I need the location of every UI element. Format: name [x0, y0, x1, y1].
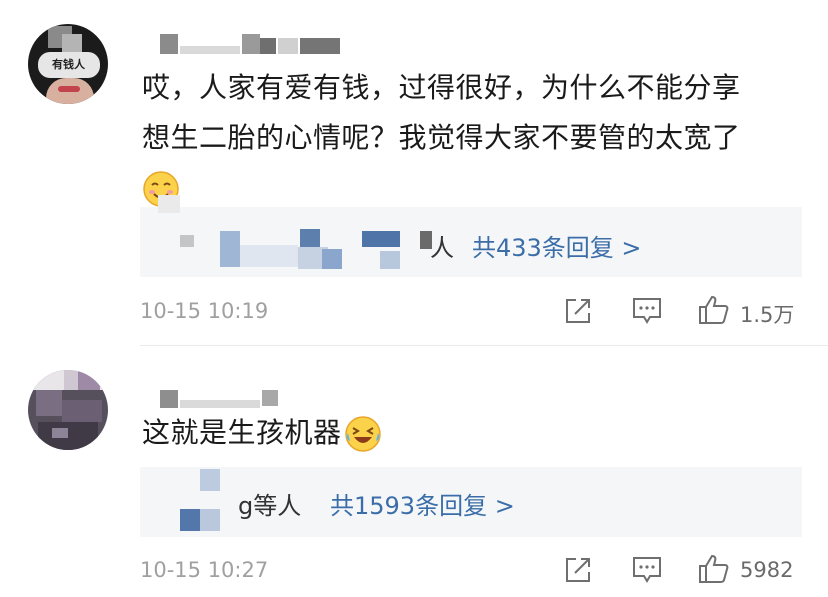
comment-text-line: 哎，人家有爱有钱，过得很好，为什么不能分享: [142, 71, 741, 104]
avatar-badge-text: 有钱人: [52, 58, 85, 71]
comment-text: 哎，人家有爱有钱，过得很好，为什么不能分享 想生二胎的心情呢？我觉得大家不要管的…: [142, 63, 741, 213]
timestamp: 10-15 10:19: [140, 299, 269, 323]
comment-item: 这就是生孩机器 g等人 共1593条回复 > 10-15 10:27 5982: [0, 345, 828, 597]
avatar[interactable]: 有钱人: [28, 24, 108, 104]
reply-preview[interactable]: g等人 共1593条回复 >: [140, 467, 802, 537]
reply-user-suffix: 人: [430, 234, 454, 262]
like-icon[interactable]: [697, 553, 731, 585]
like-count: 5982: [740, 558, 794, 582]
comment-text: 这就是生孩机器: [142, 408, 382, 458]
username-blurred[interactable]: [160, 34, 340, 56]
avatar[interactable]: [28, 370, 108, 450]
reply-count-link[interactable]: 共433条回复 >: [472, 228, 642, 263]
comment-icon[interactable]: [631, 296, 663, 326]
share-icon[interactable]: [563, 296, 593, 326]
reply-user-suffix: g等人: [238, 492, 302, 520]
timestamp: 10-15 10:27: [140, 558, 269, 582]
like-icon[interactable]: [697, 294, 731, 326]
laugh-cry-emoji: [344, 416, 381, 452]
comment-text-line: 想生二胎的心情呢？我觉得大家不要管的太宽了: [142, 121, 741, 154]
reply-count-link[interactable]: 共1593条回复 >: [330, 486, 515, 521]
comment-item: 有钱人 哎，人家有爱有钱，过得很好，为什么不能分享 想生二胎的心情呢？我觉得大家…: [0, 0, 828, 345]
comment-icon[interactable]: [631, 555, 663, 585]
comment-text-line: 这就是生孩机器: [142, 416, 342, 449]
share-icon[interactable]: [563, 555, 593, 585]
reply-preview[interactable]: 人 共433条回复 >: [140, 195, 802, 277]
like-count: 1.5万: [740, 303, 795, 327]
